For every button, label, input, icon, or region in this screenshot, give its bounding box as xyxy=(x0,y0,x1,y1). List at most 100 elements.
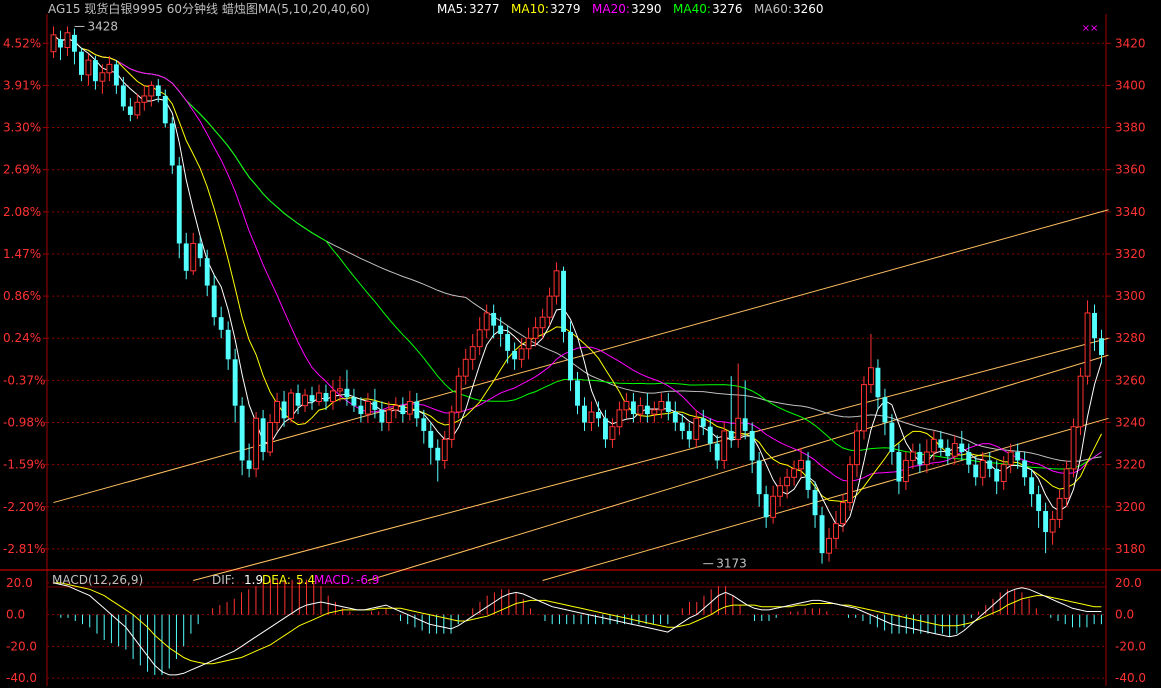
ma-legend-value: 3279 xyxy=(550,2,581,16)
candle-body xyxy=(902,459,909,483)
candle-body xyxy=(994,468,1000,482)
candle-body xyxy=(483,312,490,331)
dea-label: DEA: xyxy=(262,573,291,587)
candle-body xyxy=(50,34,57,53)
candle-body xyxy=(162,95,168,124)
macd-right-tick-label: 20.0 xyxy=(1115,576,1142,590)
candle-body xyxy=(742,418,748,431)
candle-body xyxy=(364,400,371,415)
candle-body xyxy=(414,401,420,419)
candle-body xyxy=(532,327,539,339)
candle-body xyxy=(92,60,98,82)
right-tick-label: 3400 xyxy=(1115,78,1146,92)
candle-body xyxy=(763,494,769,518)
candle-body xyxy=(127,106,133,115)
candle-body xyxy=(120,85,126,107)
candle-body xyxy=(784,476,791,487)
candle-body xyxy=(951,443,958,457)
candle-body xyxy=(896,452,902,482)
candle-body xyxy=(819,515,825,554)
dea-value: 5.4 xyxy=(296,573,315,587)
candle-body xyxy=(469,346,476,360)
candle-body xyxy=(979,459,986,478)
candle-body xyxy=(428,430,434,448)
candle-body xyxy=(777,485,784,497)
candle-body xyxy=(85,59,92,76)
candle-body xyxy=(385,409,392,424)
candle-body xyxy=(561,270,566,332)
candle-body xyxy=(498,325,504,335)
candle-body xyxy=(58,39,63,48)
candle-body xyxy=(603,418,608,440)
candle-body xyxy=(476,329,483,348)
ma-legend-name: MA5: xyxy=(437,2,467,16)
candle-body xyxy=(575,380,580,406)
candle-body xyxy=(616,409,623,428)
candle-body xyxy=(672,411,678,423)
candle-body xyxy=(330,390,336,402)
candle-body xyxy=(316,392,322,402)
candle-body xyxy=(505,334,511,351)
candle-body xyxy=(134,101,141,116)
candle-body xyxy=(288,392,294,419)
candle-body xyxy=(435,447,441,461)
left-tick-label: -2.81% xyxy=(3,542,45,556)
candle-body xyxy=(204,258,210,286)
candle-body xyxy=(267,422,274,453)
right-tick-label: 3300 xyxy=(1115,289,1146,303)
candle-body xyxy=(700,418,706,427)
ma-legend-name: MA10: xyxy=(511,2,549,16)
candle-body xyxy=(141,95,148,103)
right-tick-label: 3200 xyxy=(1115,500,1146,514)
candle-body xyxy=(854,430,860,466)
candle-body xyxy=(462,358,469,377)
candle-body xyxy=(791,468,798,478)
candle-body xyxy=(372,401,378,410)
candle-body xyxy=(518,348,525,360)
candle-body xyxy=(728,430,734,440)
right-tick-label: 3280 xyxy=(1115,331,1146,345)
candle-body xyxy=(596,411,601,419)
candle-body xyxy=(302,394,308,407)
candle-body xyxy=(253,417,260,470)
macd-left-tick-label: -20.0 xyxy=(6,639,37,653)
left-tick-label: 2.69% xyxy=(3,163,41,177)
left-tick-label: 0.86% xyxy=(3,289,41,303)
right-tick-label: 3320 xyxy=(1115,247,1146,261)
candle-body xyxy=(568,331,573,381)
chart-canvas: 3420 4.52% 3400 3.91% 3380 3.30% 3360 2.69% 3340… xyxy=(0,1,1161,686)
candle-body xyxy=(1029,477,1035,495)
ma-legend-value: 3290 xyxy=(631,2,662,16)
candle-body xyxy=(973,464,979,478)
candle-body xyxy=(867,367,874,386)
candle-body xyxy=(512,350,518,360)
candle-body xyxy=(923,451,930,466)
candle-body xyxy=(1092,312,1097,339)
right-tick-label: 3220 xyxy=(1115,458,1146,472)
candle-body xyxy=(344,388,350,398)
candle-body xyxy=(909,451,916,461)
candle-body xyxy=(351,397,357,406)
candle-body xyxy=(1022,460,1028,478)
candle-body xyxy=(637,405,644,415)
candle-body xyxy=(861,384,867,432)
candle-body xyxy=(651,409,658,415)
candle-body xyxy=(770,495,777,518)
left-tick-label: 3.91% xyxy=(3,78,41,92)
candle-body xyxy=(630,401,636,415)
candle-body xyxy=(392,405,399,411)
candle-body xyxy=(693,417,700,440)
right-tick-label: 3240 xyxy=(1115,416,1146,430)
candle-body xyxy=(337,388,343,392)
candle-body xyxy=(679,422,685,431)
candle-body xyxy=(295,393,301,406)
chart-title: AG15 现货白银9995 60分钟线 蜡烛图 xyxy=(48,1,258,16)
annotation-label: 3428 xyxy=(87,19,118,33)
candle-body xyxy=(323,393,329,402)
left-tick-label: 2.08% xyxy=(3,205,41,219)
candle-body xyxy=(260,418,266,453)
candle-body xyxy=(406,400,413,415)
candle-body xyxy=(211,285,217,318)
annotation-label: 3173 xyxy=(716,557,747,571)
candle-body xyxy=(889,422,895,453)
